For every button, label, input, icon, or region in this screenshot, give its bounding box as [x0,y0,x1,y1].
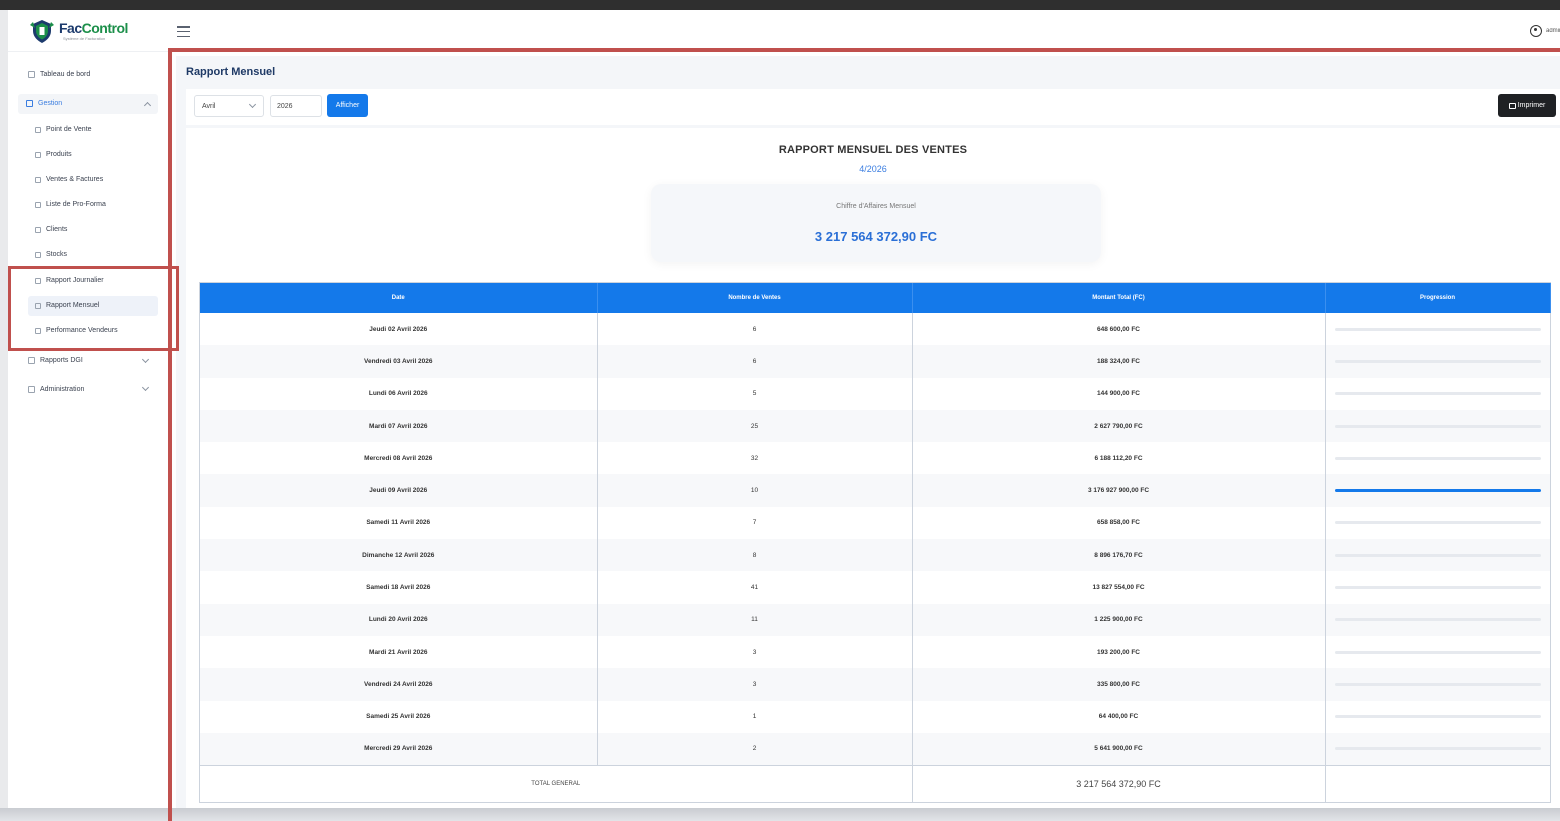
sidebar-item-label: Point de Vente [46,126,92,133]
top-header: FacControl Système de Facturation admin [8,16,1560,52]
sidebar-item-label: Tableau de bord [40,71,91,78]
user-avatar-icon [1530,25,1542,37]
sidebar-item-label: Rapports DGI [40,357,83,364]
sidebar-item-label: Administration [40,386,85,393]
chevron-up-icon [143,101,152,110]
sidebar-sub-item[interactable]: Point de Vente [35,126,92,133]
users-icon [35,226,41,233]
highlight-box-main [168,48,1560,821]
dashboard-icon [28,71,35,78]
sidebar-item-label: Ventes & Factures [46,176,104,183]
window-top-border [0,0,1560,10]
sidebar-group-gestion[interactable]: Gestion [18,94,158,114]
menu-toggle-icon[interactable] [177,26,190,37]
warehouse-icon [35,251,41,258]
user-menu[interactable]: admin [1530,25,1560,37]
sidebar-item-label: Produits [46,151,72,158]
chevron-down-icon[interactable] [141,383,150,392]
app-tagline: Système de Facturation [63,36,106,41]
app-name: FacControl [59,20,128,36]
sidebar-item-administration[interactable]: Administration [28,386,84,393]
sidebar-item-label: Stocks [46,251,68,258]
sidebar-sub-item[interactable]: Produits [35,151,72,158]
sidebar-item-dashboard[interactable]: Tableau de bord [28,71,90,78]
chevron-down-icon[interactable] [141,355,150,364]
document-icon [35,201,41,208]
sidebar-sub-item[interactable]: Clients [35,226,67,233]
sidebar-group-gestion-header: Gestion [26,100,62,107]
highlight-box-sidebar [8,266,179,351]
user-name: admin [1546,28,1560,34]
cart-icon [35,126,41,133]
file-report-icon [28,357,35,364]
shield-logo-icon [30,18,54,44]
sidebar-item-rapports-dgi[interactable]: Rapports DGI [28,357,83,364]
sidebar-sub-item[interactable]: Stocks [35,251,67,258]
sidebar: Tableau de bord Gestion Point de Vente Pr… [8,53,168,808]
store-icon [26,100,33,107]
sidebar-sub-item[interactable]: Ventes & Factures [35,176,103,183]
app-logo[interactable]: FacControl Système de Facturation [30,18,128,44]
sidebar-sub-item[interactable]: Liste de Pro-Forma [35,201,106,208]
receipt-icon [35,176,41,183]
sidebar-item-label: Clients [46,226,68,233]
sidebar-item-label: Liste de Pro-Forma [46,201,106,208]
sidebar-group-label: Gestion [38,100,63,107]
settings-icon [28,386,35,393]
box-icon [35,151,41,158]
window-left-border [0,10,8,821]
